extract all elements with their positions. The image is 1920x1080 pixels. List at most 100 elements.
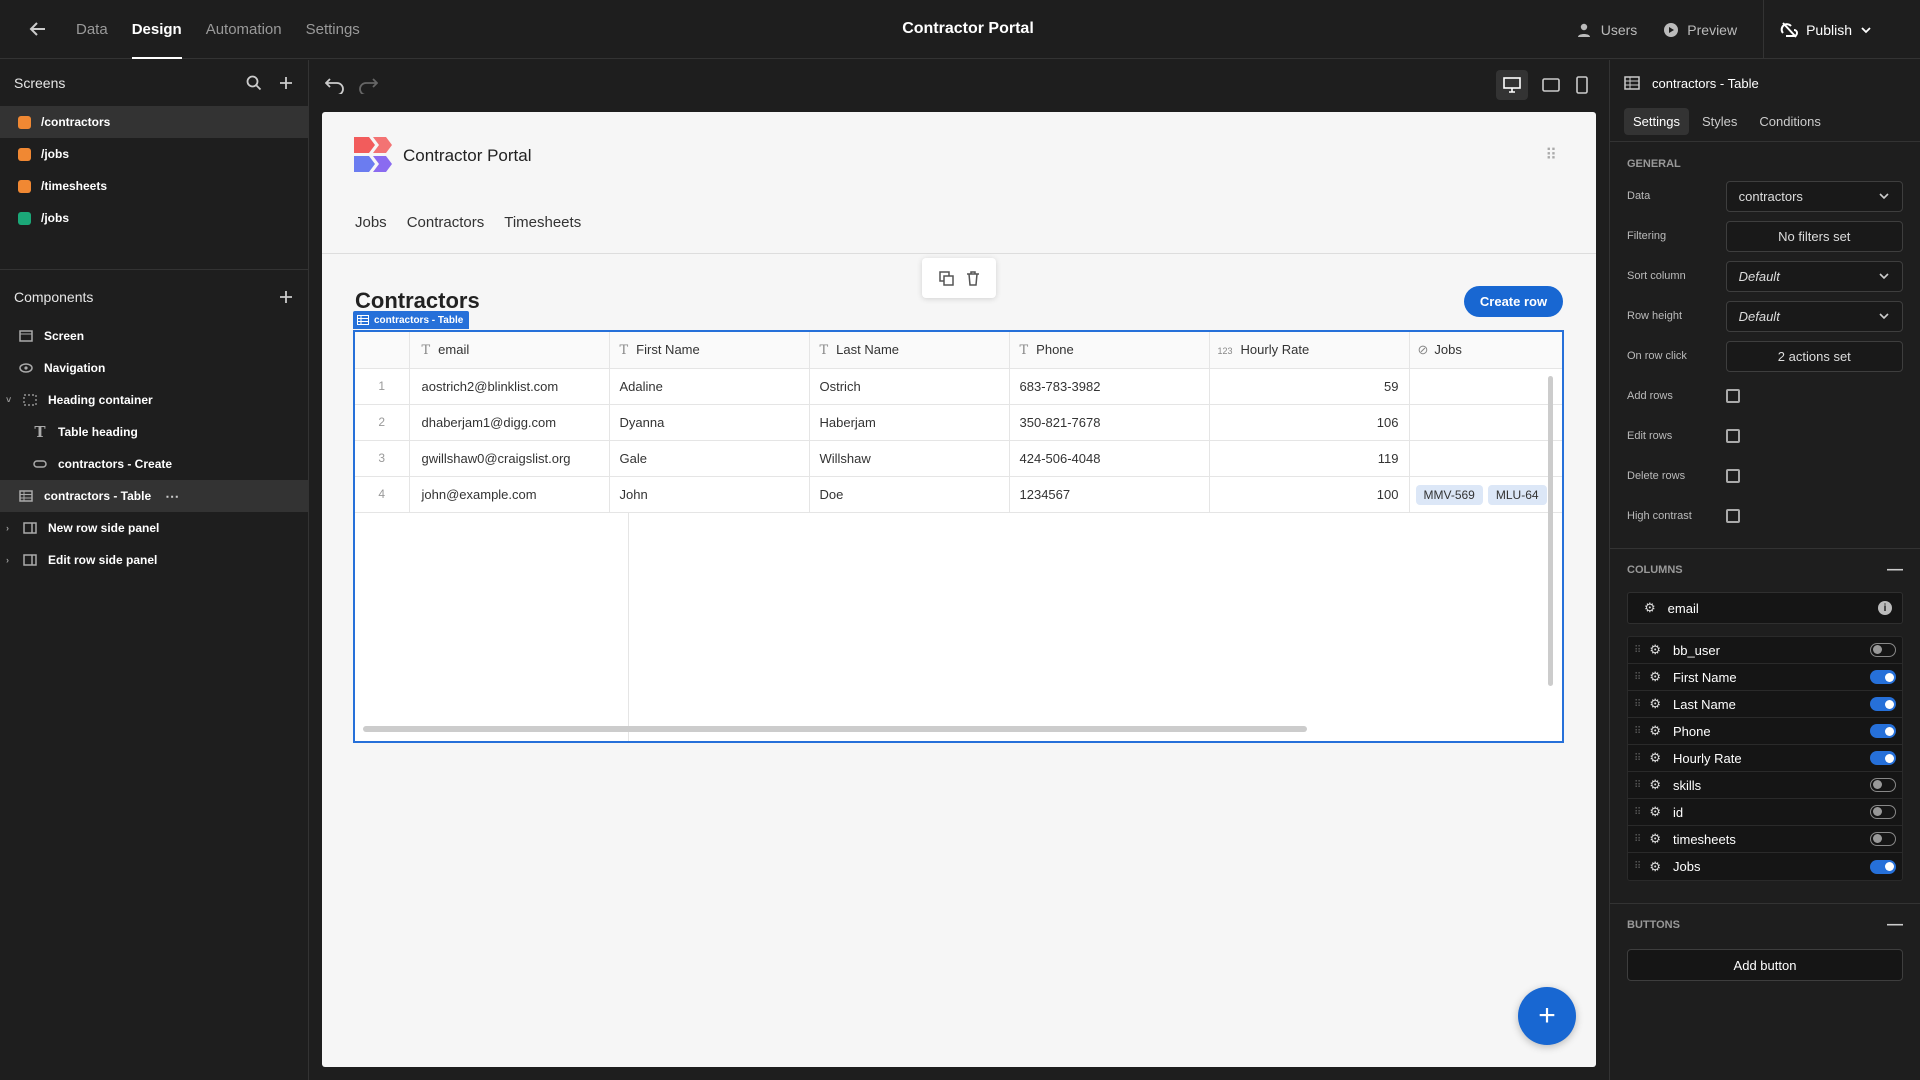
edit-rows-checkbox[interactable] (1726, 429, 1740, 443)
collapse-icon[interactable]: — (1887, 916, 1903, 934)
column-row-last-name[interactable]: ⠿ ⚙ Last Name (1628, 691, 1902, 718)
add-component-icon[interactable] (278, 289, 294, 305)
info-icon[interactable]: i (1878, 601, 1892, 615)
tab-data[interactable]: Data (76, 0, 108, 59)
tree-item-screen[interactable]: Screen (0, 320, 308, 352)
columns-section-title: COLUMNS (1627, 563, 1683, 576)
on-row-click-button[interactable]: 2 actions set (1725, 340, 1903, 372)
column-row-hourly-rate[interactable]: ⠿ ⚙ Hourly Rate (1628, 745, 1902, 772)
column-toggle[interactable] (1870, 832, 1896, 846)
data-select[interactable]: contractors (1725, 180, 1903, 212)
drag-handle-icon[interactable]: ⠿ (1634, 807, 1641, 818)
column-header-email[interactable]: Temail (409, 332, 610, 368)
tree-item-new-row-side-panel[interactable]: › New row side panel (0, 512, 308, 544)
column-header-first-name[interactable]: T First Name (609, 332, 810, 368)
screen-item[interactable]: /timesheets (0, 170, 308, 202)
column-row-jobs[interactable]: ⠿ ⚙ Jobs (1628, 853, 1902, 880)
tree-item-contractors-create[interactable]: contractors - Create (0, 448, 308, 480)
users-button[interactable]: Users (1577, 22, 1637, 38)
chevron-down-icon[interactable]: ˅ (6, 395, 12, 405)
drag-handle-icon[interactable]: ⠿ (1634, 672, 1641, 683)
add-rows-checkbox[interactable] (1726, 389, 1740, 403)
table-row[interactable]: 3 gwillshaw0@craigslist.org Gale Willsha… (355, 440, 1562, 476)
desktop-view-button[interactable] (1496, 70, 1528, 100)
column-header-jobs[interactable]: ⊘ Jobs (1409, 332, 1562, 368)
tree-item-heading-container[interactable]: ˅ Heading container (0, 384, 308, 416)
column-row-first-name[interactable]: ⠿ ⚙ First Name (1628, 664, 1902, 691)
publish-button[interactable]: Publish (1763, 0, 1894, 59)
table-row[interactable]: 2 dhaberjam1@digg.com Dyanna Haberjam 35… (355, 404, 1562, 440)
tab-design[interactable]: Design (131, 0, 182, 59)
column-toggle[interactable] (1870, 724, 1896, 738)
vertical-scrollbar[interactable] (1548, 376, 1553, 686)
chevron-right-icon[interactable]: › (6, 555, 12, 565)
arrow-left-icon[interactable] (0, 0, 76, 59)
screen-route-label: /jobs (41, 147, 70, 161)
tree-item-contractors-table[interactable]: contractors - Table ⋯ (0, 480, 308, 512)
duplicate-icon[interactable] (938, 270, 954, 286)
column-row-phone[interactable]: ⠿ ⚙ Phone (1628, 718, 1902, 745)
column-toggle[interactable] (1870, 697, 1896, 711)
row-height-select[interactable]: Default (1725, 300, 1903, 332)
table-row[interactable]: 4 john@example.com John Doe 1234567 100 … (355, 476, 1562, 512)
drag-handle-icon[interactable]: ⠿ (1634, 834, 1641, 845)
create-row-button[interactable]: Create row (1464, 286, 1563, 317)
collapse-icon[interactable]: — (1887, 561, 1903, 579)
more-icon[interactable]: ⋯ (165, 488, 179, 505)
contractors-table[interactable]: Temail T First Name T Last Name T Phone 123… (353, 330, 1564, 743)
screen-item[interactable]: /contractors (0, 106, 308, 138)
drag-handle-icon[interactable]: ⠿ (1634, 699, 1641, 710)
add-screen-icon[interactable] (278, 75, 294, 91)
add-component-fab[interactable]: + (1518, 987, 1576, 1045)
column-header-phone[interactable]: T Phone (1009, 332, 1210, 368)
column-toggle[interactable] (1870, 859, 1896, 874)
drag-handle-icon[interactable]: ⠿ (1634, 645, 1641, 656)
preview-button[interactable]: Preview (1663, 22, 1737, 38)
horizontal-scrollbar[interactable] (363, 726, 1307, 732)
drag-handle-icon[interactable]: ⠿ (1634, 726, 1641, 737)
grid-dots-icon[interactable]: ⠿ (1545, 145, 1557, 165)
tablet-icon[interactable] (1542, 78, 1560, 92)
column-toggle[interactable] (1870, 751, 1896, 765)
chevron-right-icon[interactable]: › (6, 523, 12, 533)
nav-link-contractors[interactable]: Contractors (407, 214, 485, 231)
column-toggle[interactable] (1870, 778, 1896, 792)
tree-item-navigation[interactable]: Navigation (0, 352, 308, 384)
drag-handle-icon[interactable]: ⠿ (1634, 753, 1641, 764)
table-icon (18, 490, 34, 503)
table-row[interactable]: 1 aostrich2@blinklist.com Adaline Ostric… (355, 368, 1562, 404)
trash-icon[interactable] (966, 270, 980, 286)
search-icon[interactable] (246, 75, 262, 91)
column-email[interactable]: ⚙ email i (1627, 592, 1903, 624)
redo-icon[interactable] (358, 76, 378, 94)
tab-automation[interactable]: Automation (206, 0, 282, 59)
column-row-skills[interactable]: ⠿ ⚙ skills (1628, 772, 1902, 799)
undo-icon[interactable] (325, 76, 345, 94)
column-row-timesheets[interactable]: ⠿ ⚙ timesheets (1628, 826, 1902, 853)
sort-column-select[interactable]: Default (1725, 260, 1903, 292)
column-toggle[interactable] (1870, 670, 1896, 684)
column-row-bb-user[interactable]: ⠿ ⚙ bb_user (1628, 637, 1902, 664)
add-button-button[interactable]: Add button (1627, 949, 1903, 981)
tree-item-edit-row-side-panel[interactable]: › Edit row side panel (0, 544, 308, 576)
column-header-hourly-rate[interactable]: 123 Hourly Rate (1209, 332, 1410, 368)
drag-handle-icon[interactable]: ⠿ (1634, 780, 1641, 791)
drag-handle-icon[interactable]: ⠿ (1634, 861, 1641, 872)
delete-rows-checkbox[interactable] (1726, 469, 1740, 483)
tab-settings[interactable]: Settings (306, 0, 360, 59)
mobile-icon[interactable] (1576, 76, 1588, 94)
tree-item-table-heading[interactable]: T Table heading (0, 416, 308, 448)
nav-link-jobs[interactable]: Jobs (355, 214, 387, 231)
tab-settings[interactable]: Settings (1624, 108, 1689, 135)
column-toggle[interactable] (1870, 643, 1896, 657)
screen-item[interactable]: /jobs (0, 138, 308, 170)
tab-styles[interactable]: Styles (1693, 108, 1746, 135)
screen-item[interactable]: /jobs (0, 202, 308, 234)
tab-conditions[interactable]: Conditions (1750, 108, 1829, 135)
nav-link-timesheets[interactable]: Timesheets (504, 214, 581, 231)
filtering-button[interactable]: No filters set (1725, 220, 1903, 252)
high-contrast-checkbox[interactable] (1726, 509, 1740, 523)
column-row-id[interactable]: ⠿ ⚙ id (1628, 799, 1902, 826)
column-header-last-name[interactable]: T Last Name (809, 332, 1010, 368)
column-toggle[interactable] (1870, 805, 1896, 819)
